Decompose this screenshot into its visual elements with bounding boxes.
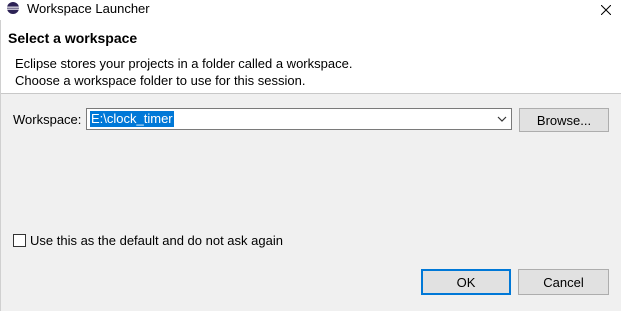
window-title: Workspace Launcher: [27, 1, 150, 16]
close-icon: [601, 5, 611, 15]
dialog-header: Select a workspace Eclipse stores your p…: [0, 20, 621, 93]
header-title: Select a workspace: [8, 30, 138, 46]
cancel-button[interactable]: Cancel: [518, 269, 609, 295]
header-description-line-2: Choose a workspace folder to use for thi…: [15, 73, 306, 88]
header-description: Eclipse stores your projects in a folder…: [15, 55, 352, 89]
default-checkbox-label[interactable]: Use this as the default and do not ask a…: [30, 233, 283, 248]
workspace-path-value[interactable]: E:\clock_timer: [90, 111, 174, 127]
close-button[interactable]: [591, 0, 621, 20]
eclipse-icon: [7, 2, 19, 14]
browse-button[interactable]: Browse...: [519, 108, 609, 132]
default-option-row[interactable]: Use this as the default and do not ask a…: [13, 233, 283, 248]
workspace-dropdown-button[interactable]: [493, 109, 511, 129]
default-checkbox[interactable]: [13, 234, 26, 247]
ok-button[interactable]: OK: [421, 269, 511, 295]
cancel-button-label: Cancel: [543, 274, 584, 290]
browse-button-label: Browse...: [536, 112, 592, 128]
window-left-border: [0, 20, 1, 311]
ok-button-label: OK: [456, 274, 476, 290]
header-description-line-1: Eclipse stores your projects in a folder…: [15, 56, 353, 71]
header-separator: [0, 93, 621, 94]
workspace-label: Workspace:: [13, 112, 82, 127]
workspace-combo[interactable]: E:\clock_timer: [86, 108, 512, 130]
title-bar: Workspace Launcher: [0, 0, 621, 20]
chevron-down-icon: [497, 116, 507, 122]
